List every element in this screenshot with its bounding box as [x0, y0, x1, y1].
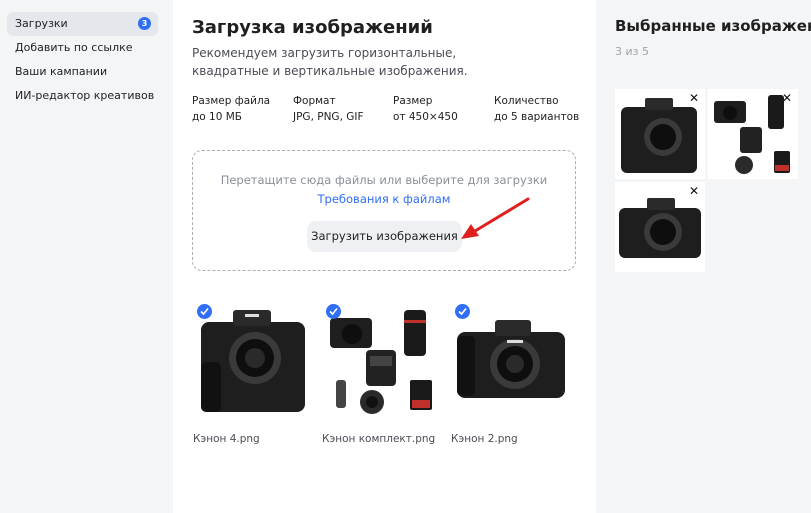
remove-image-close-icon[interactable]: ✕: [780, 91, 794, 105]
camera-body-icon: [201, 310, 305, 412]
sidebar-item-label: Ваши кампании: [15, 65, 108, 78]
upload-thumbnail-canon-kit[interactable]: [322, 302, 440, 416]
red-arrow-annotation: [461, 197, 530, 239]
spec-label: Формат: [293, 95, 336, 107]
uploads-count-badge: 3: [138, 17, 151, 30]
remove-image-close-icon[interactable]: ✕: [687, 91, 701, 105]
sidebar-item-label: Добавить по ссылке: [15, 41, 133, 54]
selected-checkmark-icon[interactable]: [197, 304, 212, 319]
spec-count: Количество до 5 вариантов: [494, 93, 579, 125]
spec-value: до 5 вариантов: [494, 111, 580, 123]
camera-kit-icon: [330, 310, 432, 414]
sidebar-item-ai-editor[interactable]: ИИ-редактор креативов: [7, 84, 158, 108]
dropzone-hint: Перетащите сюда файлы или выберите для з…: [220, 173, 548, 187]
selected-images-title: Выбранные изображения: [615, 17, 811, 35]
upload-thumbnail-canon-4[interactable]: [193, 302, 311, 416]
spec-file-size: Размер файла до 10 МБ: [192, 93, 270, 125]
selected-checkmark-icon[interactable]: [455, 304, 470, 319]
spec-size: Размер от 450×450: [393, 93, 458, 125]
spec-format: Формат JPG, PNG, GIF: [293, 93, 364, 125]
upload-images-button[interactable]: Загрузить изображения: [307, 221, 462, 252]
sidebar-item-add-by-link[interactable]: Добавить по ссылке: [7, 36, 158, 60]
sidebar-item-uploads[interactable]: Загрузки 3: [7, 12, 158, 36]
selected-image-canon-2[interactable]: ✕: [615, 182, 705, 272]
selected-image-canon-kit[interactable]: ✕: [708, 89, 798, 179]
remove-image-close-icon[interactable]: ✕: [687, 184, 701, 198]
page-description: Рекомендуем загрузить горизонтальные, кв…: [192, 46, 468, 78]
selected-checkmark-icon[interactable]: [326, 304, 341, 319]
upload-file-name: Кэнон 2.png: [451, 433, 518, 445]
upload-file-name: Кэнон комплект.png: [322, 433, 436, 445]
spec-value: JPG, PNG, GIF: [293, 111, 364, 123]
sidebar-item-campaigns[interactable]: Ваши кампании: [7, 60, 158, 84]
sidebar-item-label: Загрузки: [15, 17, 68, 30]
spec-value: до 10 МБ: [192, 111, 242, 123]
spec-label: Размер файла: [192, 95, 271, 107]
spec-value: от 450×450: [393, 111, 458, 123]
upload-file-name: Кэнон 4.png: [193, 433, 260, 445]
camera-body-icon: [457, 320, 565, 398]
spec-label: Размер: [393, 95, 433, 107]
sidebar: Загрузки 3 Добавить по ссылке Ваши кампа…: [0, 12, 173, 108]
spec-label: Количество: [494, 95, 559, 107]
selected-image-canon-4[interactable]: ✕: [615, 89, 705, 179]
selected-images-count: 3 из 5: [615, 45, 649, 58]
upload-thumbnail-canon-2[interactable]: [451, 302, 569, 416]
sidebar-item-label: ИИ-редактор креативов: [15, 89, 155, 102]
page-title: Загрузка изображений: [192, 17, 433, 38]
